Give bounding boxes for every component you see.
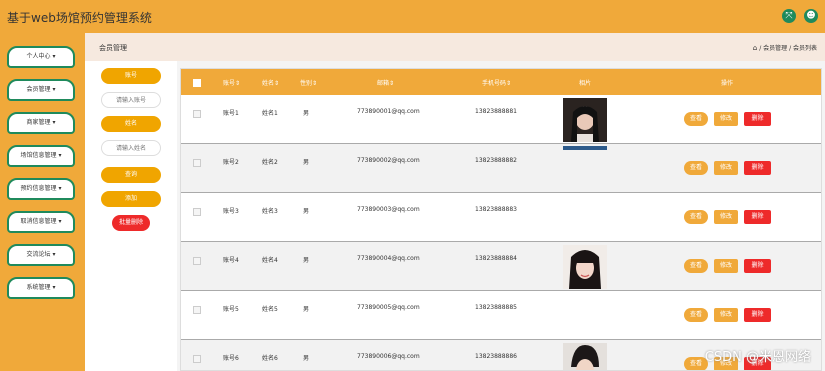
row-checkbox[interactable]: [193, 355, 201, 363]
delete-button[interactable]: 删除: [744, 308, 771, 322]
header-photo: 相片: [579, 80, 592, 87]
cell-account: 账号4: [223, 257, 239, 264]
cell-name: 姓名5: [262, 306, 278, 313]
cell-phone: 13823888884: [475, 255, 517, 262]
header-gender[interactable]: 性别⇕: [300, 78, 317, 87]
sidebar-item-merchant-management[interactable]: 商家管理 ▾: [7, 112, 75, 134]
expand-icon[interactable]: ⤧: [782, 9, 796, 23]
cell-phone: 13823888885: [475, 304, 517, 311]
edit-button[interactable]: 修改: [714, 161, 738, 175]
cell-account: 账号5: [223, 306, 239, 313]
name-search-input[interactable]: [101, 140, 161, 156]
batch-delete-button[interactable]: 批量删除: [112, 215, 150, 231]
cell-email: 773890004@qq.com: [357, 255, 420, 262]
watermark: CSDN @米恩网络: [704, 350, 811, 365]
cell-email: 773890001@qq.com: [357, 108, 420, 115]
table-row: 账号5 姓名5 男 773890005@qq.com 13823888885 查…: [181, 291, 821, 340]
page-title: 会员管理: [99, 44, 127, 52]
sidebar: 个人中心 ▾ 会员管理 ▾ 商家管理 ▾ 场馆信息管理 ▾ 预约信息管理 ▾ 取…: [0, 33, 85, 371]
cell-gender: 男: [303, 306, 310, 313]
add-button[interactable]: 添加: [101, 191, 161, 207]
cell-email: 773890002@qq.com: [357, 157, 420, 164]
account-search-input[interactable]: [101, 92, 161, 108]
row-checkbox[interactable]: [193, 159, 201, 167]
row-checkbox[interactable]: [193, 257, 201, 265]
cell-name: 姓名4: [262, 257, 278, 264]
delete-button[interactable]: 删除: [744, 112, 771, 126]
cell-account: 账号6: [223, 355, 239, 362]
cell-account: 账号1: [223, 110, 239, 117]
cell-phone: 13823888882: [475, 157, 517, 164]
table-row: 账号2 姓名2 男 773890002@qq.com 13823888882 查…: [181, 144, 821, 193]
select-all-checkbox[interactable]: [193, 79, 201, 87]
name-label: 姓名: [101, 116, 161, 132]
sidebar-item-cancel-management[interactable]: 取消信息管理 ▾: [7, 211, 75, 233]
cell-gender: 男: [303, 257, 310, 264]
cell-account: 账号3: [223, 208, 239, 215]
cell-gender: 男: [303, 355, 310, 362]
row-checkbox[interactable]: [193, 110, 201, 118]
sidebar-item-forum[interactable]: 交流论坛 ▾: [7, 244, 75, 266]
cell-email: 773890005@qq.com: [357, 304, 420, 311]
sidebar-item-venue-management[interactable]: 场馆信息管理 ▾: [7, 145, 75, 167]
sidebar-item-booking-management[interactable]: 预约信息管理 ▾: [7, 178, 75, 200]
header-phone[interactable]: 手机号码⇕: [482, 78, 511, 87]
cell-email: 773890006@qq.com: [357, 353, 420, 360]
table-row: 账号3 姓名3 男 773890003@qq.com 13823888883 查…: [181, 193, 821, 242]
header-account[interactable]: 账号⇕: [223, 78, 240, 87]
delete-button[interactable]: 删除: [744, 259, 771, 273]
account-label: 账号: [101, 68, 161, 84]
cell-gender: 男: [303, 110, 310, 117]
user-icon[interactable]: ☻: [804, 9, 818, 23]
sidebar-item-system-management[interactable]: 系统管理 ▾: [7, 277, 75, 299]
row-checkbox[interactable]: [193, 208, 201, 216]
member-table: 账号⇕ 姓名⇕ 性别⇕ 邮箱⇕ 手机号码⇕ 相片 操作 账号1 姓名1 男 77…: [180, 68, 822, 371]
edit-button[interactable]: 修改: [714, 308, 738, 322]
cell-phone: 13823888886: [475, 353, 517, 360]
cell-name: 姓名2: [262, 159, 278, 166]
cell-name: 姓名6: [262, 355, 278, 362]
view-button[interactable]: 查看: [684, 210, 708, 224]
header-actions: 操作: [721, 80, 734, 87]
table-row: 账号4 姓名4 男 773890004@qq.com 13823888884 查…: [181, 242, 821, 291]
cell-phone: 13823888881: [475, 108, 517, 115]
search-panel: 账号 姓名 查询 添加 批量删除: [85, 61, 177, 371]
member-photo: [563, 98, 607, 142]
member-photo: [563, 146, 607, 150]
row-checkbox[interactable]: [193, 306, 201, 314]
sidebar-item-member-management[interactable]: 会员管理 ▾: [7, 79, 75, 101]
member-photo: [563, 343, 607, 370]
edit-button[interactable]: 修改: [714, 259, 738, 273]
home-icon[interactable]: ⌂: [753, 44, 757, 52]
header-email[interactable]: 邮箱⇕: [377, 78, 394, 87]
cell-account: 账号2: [223, 159, 239, 166]
app-title: 基于web场馆预约管理系统: [7, 11, 152, 25]
view-button[interactable]: 查看: [684, 308, 708, 322]
breadcrumb: ⌂ / 会员管理 / 会员列表: [753, 43, 817, 52]
breadcrumb-path[interactable]: / 会员管理 / 会员列表: [759, 45, 817, 52]
delete-button[interactable]: 删除: [744, 210, 771, 224]
delete-button[interactable]: 删除: [744, 161, 771, 175]
view-button[interactable]: 查看: [684, 161, 708, 175]
cell-gender: 男: [303, 208, 310, 215]
view-button[interactable]: 查看: [684, 112, 708, 126]
breadcrumb-bar: 会员管理 ⌂ / 会员管理 / 会员列表: [85, 33, 825, 61]
edit-button[interactable]: 修改: [714, 112, 738, 126]
query-button[interactable]: 查询: [101, 167, 161, 183]
cell-name: 姓名3: [262, 208, 278, 215]
table-row: 账号1 姓名1 男 773890001@qq.com 13823888881 查…: [181, 95, 821, 144]
cell-name: 姓名1: [262, 110, 278, 117]
table-header: 账号⇕ 姓名⇕ 性别⇕ 邮箱⇕ 手机号码⇕ 相片 操作: [181, 69, 821, 95]
top-header: 基于web场馆预约管理系统 ⤧ ☻: [0, 0, 825, 33]
cell-phone: 13823888883: [475, 206, 517, 213]
sidebar-item-personal-center[interactable]: 个人中心 ▾: [7, 46, 75, 68]
cell-email: 773890003@qq.com: [357, 206, 420, 213]
edit-button[interactable]: 修改: [714, 210, 738, 224]
view-button[interactable]: 查看: [684, 259, 708, 273]
member-photo: [563, 245, 607, 289]
cell-gender: 男: [303, 159, 310, 166]
header-name[interactable]: 姓名⇕: [262, 78, 279, 87]
